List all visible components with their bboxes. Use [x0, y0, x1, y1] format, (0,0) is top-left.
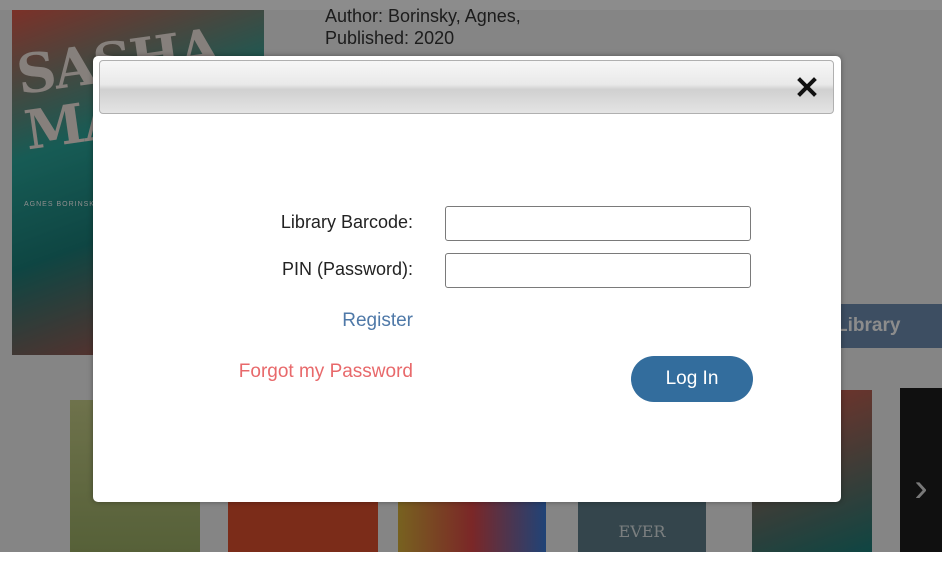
barcode-label: Library Barcode:: [280, 212, 413, 232]
barcode-input[interactable]: [445, 206, 751, 241]
dialog-header: [99, 60, 834, 114]
close-icon[interactable]: [795, 75, 819, 99]
login-button[interactable]: Log In: [631, 356, 753, 402]
forgot-password-link[interactable]: Forgot my Password: [239, 361, 413, 383]
pin-input[interactable]: [445, 253, 751, 288]
pin-label: PIN (Password):: [281, 259, 413, 279]
register-link[interactable]: Register: [342, 310, 413, 332]
login-dialog: Library Barcode: PIN (Password): Registe…: [93, 56, 841, 502]
